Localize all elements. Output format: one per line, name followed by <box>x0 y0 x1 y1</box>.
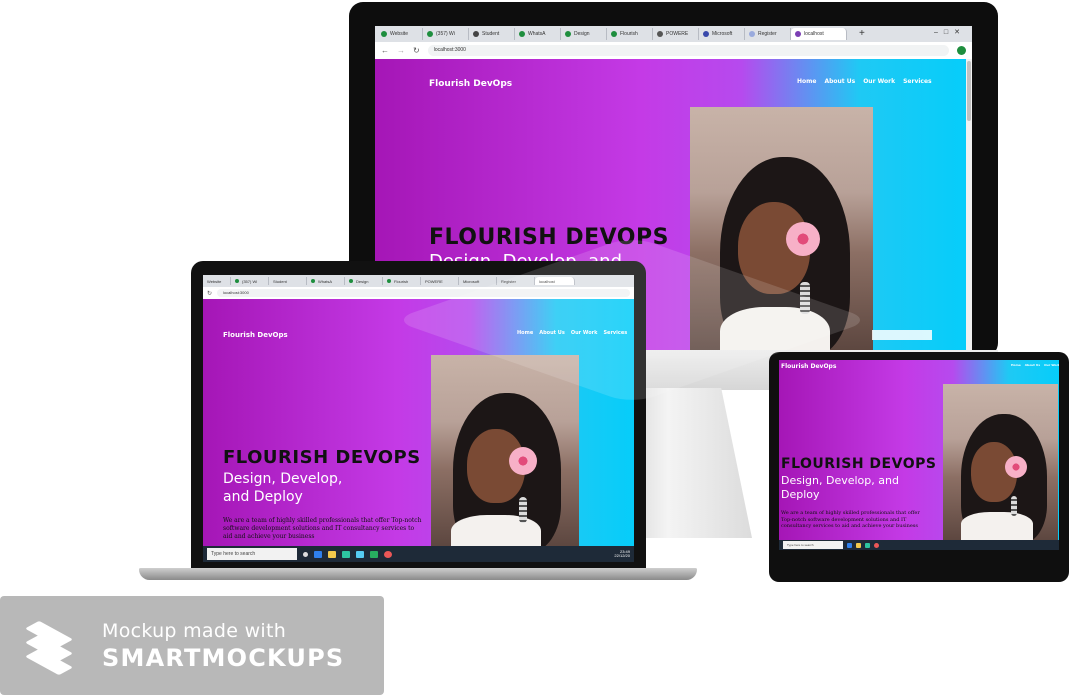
laptop-base <box>139 568 697 580</box>
tab-favicon-icon <box>235 279 239 283</box>
file-explorer-icon[interactable] <box>328 550 336 558</box>
hero-photo <box>943 384 1058 540</box>
taskbar-search[interactable]: Type here to search <box>207 547 297 561</box>
tab-favicon-icon <box>657 31 663 37</box>
layers-icon <box>20 616 80 676</box>
chrome-icon[interactable] <box>874 542 879 548</box>
tab[interactable]: POWERE <box>653 28 699 40</box>
hero-photo <box>431 355 579 546</box>
terminal-icon[interactable] <box>370 550 378 558</box>
tab[interactable]: (357) Wi <box>423 28 469 40</box>
site-nav: Home About Us Our Work <box>1011 363 1059 367</box>
tab-favicon-icon <box>795 31 801 37</box>
tab[interactable]: Student <box>269 277 307 285</box>
site-brand[interactable]: Flourish DevOps <box>429 79 512 89</box>
site-brand[interactable]: Flourish DevOps <box>223 331 288 339</box>
earring-icon <box>519 497 527 523</box>
chrome-icon[interactable] <box>384 550 392 558</box>
tab-favicon-icon <box>611 31 617 37</box>
scrollbar[interactable] <box>966 59 972 350</box>
tablet-website: Flourish DevOps Home About Us Our Work F… <box>779 360 1059 540</box>
reload-icon[interactable]: ↻ <box>413 46 420 55</box>
tab-favicon-icon <box>519 31 525 37</box>
desktop-address-bar: ← → ↻ localhost:3000 <box>375 42 972 59</box>
tablet-screen: Flourish DevOps Home About Us Our Work F… <box>779 360 1059 550</box>
tab[interactable]: Microsoft <box>699 28 745 40</box>
url-field[interactable]: localhost:3000 <box>427 44 949 57</box>
tab[interactable]: Website <box>377 28 423 40</box>
nav-home[interactable]: Home <box>1011 363 1021 367</box>
nav-work[interactable]: Our Work <box>1044 363 1059 367</box>
mail-icon[interactable] <box>356 550 364 558</box>
new-tab-icon[interactable]: + <box>859 28 865 39</box>
tab[interactable]: Flourish <box>607 28 653 40</box>
nav-work[interactable]: Our Work <box>863 78 895 85</box>
tab-favicon-icon <box>473 31 479 37</box>
tab[interactable]: Website <box>203 277 231 285</box>
earring-icon <box>1011 496 1017 516</box>
profile-avatar[interactable] <box>957 46 966 55</box>
shirt-shape <box>961 512 1033 540</box>
reload-icon[interactable]: ↻ <box>207 290 212 297</box>
smartmockups-badge[interactable]: Mockup made with SMARTMOCKUPS <box>0 596 384 695</box>
tab-favicon-icon <box>565 31 571 37</box>
tab-favicon-icon <box>387 279 391 283</box>
desktop-tab-strip: Website (357) Wi Student WhatsA Design F… <box>375 26 972 42</box>
hero-title: FLOURISH DEVOPS <box>223 447 421 468</box>
tablet-taskbar: Type here to search <box>779 540 1059 550</box>
flower-icon <box>509 447 537 475</box>
flower-icon <box>786 222 820 256</box>
tab[interactable]: Student <box>469 28 515 40</box>
nav-about[interactable]: About Us <box>1025 363 1040 367</box>
edge-icon[interactable] <box>865 542 870 548</box>
shirt-shape <box>451 515 541 546</box>
activate-windows-note <box>872 330 932 340</box>
tab[interactable]: Register <box>745 28 791 40</box>
tab-favicon-icon <box>749 31 755 37</box>
site-nav: Home About Us Our Work Services <box>797 78 932 85</box>
nav-services[interactable]: Services <box>903 78 932 85</box>
nav-about[interactable]: About Us <box>824 78 855 85</box>
hero-subtitle: Design, Develop, and Deploy <box>223 471 343 505</box>
task-view-icon[interactable] <box>303 551 308 557</box>
tab-favicon-icon <box>381 31 387 37</box>
hero-title: FLOURISH DEVOPS <box>781 456 937 472</box>
edge-icon[interactable] <box>342 550 350 558</box>
vscode-icon[interactable] <box>314 550 322 558</box>
nav-home[interactable]: Home <box>797 78 816 85</box>
mockup-stage: Website (357) Wi Student WhatsA Design F… <box>0 0 1085 695</box>
window-controls-icon[interactable]: –□✕ <box>934 28 966 36</box>
back-icon[interactable]: ← <box>381 46 389 55</box>
vscode-icon[interactable] <box>847 542 852 548</box>
hero-subtitle: Design, Develop, and Deploy <box>781 474 899 501</box>
site-brand[interactable]: Flourish DevOps <box>781 363 836 370</box>
tab[interactable]: WhatsA <box>307 277 345 285</box>
tablet: Flourish DevOps Home About Us Our Work F… <box>769 352 1069 582</box>
tab-favicon-icon <box>311 279 315 283</box>
badge-text: Mockup made with SMARTMOCKUPS <box>102 620 344 672</box>
tab-favicon-icon <box>427 31 433 37</box>
tab[interactable]: Flourish <box>383 277 421 285</box>
tab[interactable]: WhatsA <box>515 28 561 40</box>
hero-body: We are a team of highly skilled professi… <box>781 510 920 529</box>
scrollbar-thumb[interactable] <box>967 61 971 121</box>
tab[interactable]: Design <box>345 277 383 285</box>
hero-body: We are a team of highly skilled professi… <box>223 517 422 540</box>
tab-active[interactable]: localhost <box>791 28 847 40</box>
laptop-taskbar: Type here to search 23:49 22/12/20 <box>203 546 634 562</box>
taskbar-clock[interactable]: 23:49 22/12/20 <box>614 549 630 559</box>
badge-line2: SMARTMOCKUPS <box>102 643 345 672</box>
forward-icon[interactable]: → <box>397 46 405 55</box>
tab[interactable]: (357) Wi <box>231 277 269 285</box>
tab[interactable]: Design <box>561 28 607 40</box>
flower-icon <box>1005 456 1027 478</box>
tab-favicon-icon <box>703 31 709 37</box>
tab-favicon-icon <box>349 279 353 283</box>
tab[interactable]: POWERE <box>421 277 459 285</box>
file-explorer-icon[interactable] <box>856 542 861 548</box>
badge-line1: Mockup made with <box>102 619 287 642</box>
taskbar-search[interactable]: Type here to search <box>783 541 843 549</box>
